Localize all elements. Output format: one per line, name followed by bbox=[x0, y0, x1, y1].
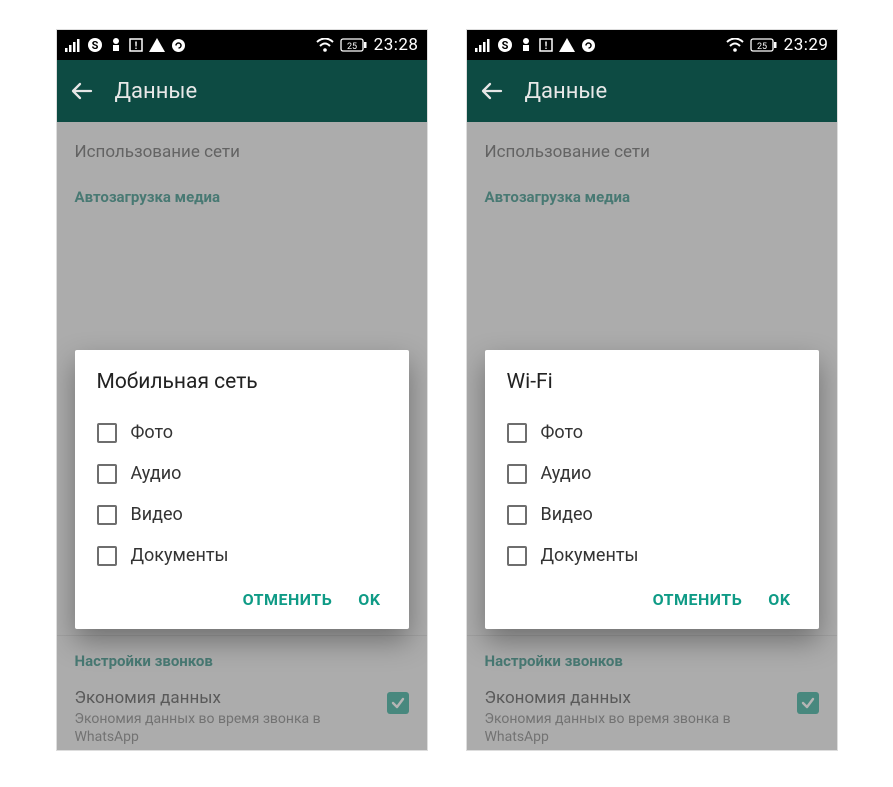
data-saver-checkbox[interactable] bbox=[387, 692, 409, 714]
data-saver-title: Экономия данных bbox=[485, 688, 785, 708]
option-label: Видео bbox=[541, 504, 593, 525]
signal-icon bbox=[65, 38, 81, 52]
checkbox-icon[interactable] bbox=[507, 546, 527, 566]
notif-icon-1 bbox=[519, 37, 533, 53]
cancel-button[interactable]: ОТМЕНИТЬ bbox=[243, 590, 333, 609]
data-saver-checkbox[interactable] bbox=[797, 692, 819, 714]
page-title: Данные bbox=[115, 79, 198, 104]
autodownload-dialog: Wi-Fi Фото Аудио Видео Документы ОТМЕНИТ… bbox=[485, 350, 819, 629]
option-audio[interactable]: Аудио bbox=[97, 453, 387, 494]
warning-icon bbox=[559, 38, 575, 52]
option-label: Аудио bbox=[131, 463, 182, 484]
calls-settings-header: Настройки звонков bbox=[57, 640, 427, 678]
option-photo[interactable]: Фото bbox=[97, 412, 387, 453]
data-saver-row[interactable]: Экономия данных Экономия данных во время… bbox=[57, 678, 427, 750]
svg-text:S: S bbox=[91, 39, 98, 52]
divider bbox=[467, 635, 837, 636]
page-title: Данные bbox=[525, 79, 608, 104]
notif-icon-2: ! bbox=[129, 38, 143, 52]
option-video[interactable]: Видео bbox=[507, 494, 797, 535]
option-documents[interactable]: Документы bbox=[507, 535, 797, 576]
divider bbox=[57, 635, 427, 636]
svg-text:!: ! bbox=[544, 41, 547, 52]
option-label: Фото bbox=[131, 422, 174, 443]
data-saver-title: Экономия данных bbox=[75, 688, 375, 708]
sync-icon bbox=[171, 38, 186, 53]
phone-screen-right: S ! 25 23:29 bbox=[467, 30, 837, 750]
back-icon[interactable] bbox=[71, 80, 93, 102]
status-bar: S ! 25 23:29 bbox=[467, 30, 837, 60]
option-audio[interactable]: Аудио bbox=[507, 453, 797, 494]
clock: 23:28 bbox=[374, 35, 419, 55]
app-bar: Данные bbox=[57, 60, 427, 122]
sync-icon bbox=[581, 38, 596, 53]
battery-icon: 25 bbox=[750, 38, 778, 52]
clock: 23:29 bbox=[784, 35, 829, 55]
option-label: Аудио bbox=[541, 463, 592, 484]
svg-text:25: 25 bbox=[347, 42, 357, 52]
skype-icon: S bbox=[497, 37, 513, 53]
checkbox-icon[interactable] bbox=[97, 505, 117, 525]
battery-icon: 25 bbox=[340, 38, 368, 52]
warning-icon bbox=[149, 38, 165, 52]
option-label: Документы bbox=[541, 545, 639, 566]
back-icon[interactable] bbox=[481, 80, 503, 102]
option-video[interactable]: Видео bbox=[97, 494, 387, 535]
svg-text:S: S bbox=[501, 39, 508, 52]
checkbox-icon[interactable] bbox=[97, 546, 117, 566]
data-saver-sub: Экономия данных во время звонка в WhatsA… bbox=[75, 710, 375, 746]
app-bar: Данные bbox=[467, 60, 837, 122]
phone-screen-left: S ! 25 23:28 bbox=[57, 30, 427, 750]
ok-button[interactable]: OK bbox=[358, 590, 380, 609]
wifi-icon bbox=[316, 38, 334, 52]
option-photo[interactable]: Фото bbox=[507, 412, 797, 453]
content-area: Использование сети Автозагрузка медиа за… bbox=[57, 122, 427, 750]
checkbox-icon[interactable] bbox=[507, 464, 527, 484]
calls-settings-header: Настройки звонков bbox=[467, 640, 837, 678]
skype-icon: S bbox=[87, 37, 103, 53]
notif-icon-1 bbox=[109, 37, 123, 53]
option-label: Фото bbox=[541, 422, 584, 443]
option-label: Видео bbox=[131, 504, 183, 525]
option-label: Документы bbox=[131, 545, 229, 566]
svg-text:25: 25 bbox=[757, 42, 767, 52]
dialog-title: Wi-Fi bbox=[507, 370, 797, 394]
autodownload-dialog: Мобильная сеть Фото Аудио Видео Документ… bbox=[75, 350, 409, 629]
notif-icon-2: ! bbox=[539, 38, 553, 52]
svg-text:!: ! bbox=[134, 41, 137, 52]
status-bar: S ! 25 23:28 bbox=[57, 30, 427, 60]
dialog-title: Мобильная сеть bbox=[97, 370, 387, 394]
cancel-button[interactable]: ОТМЕНИТЬ bbox=[653, 590, 743, 609]
option-documents[interactable]: Документы bbox=[97, 535, 387, 576]
media-autodownload-header: Автозагрузка медиа bbox=[467, 176, 837, 214]
data-saver-sub: Экономия данных во время звонка в WhatsA… bbox=[485, 710, 785, 746]
checkbox-icon[interactable] bbox=[97, 464, 117, 484]
signal-icon bbox=[475, 38, 491, 52]
ok-button[interactable]: OK bbox=[768, 590, 790, 609]
wifi-icon bbox=[726, 38, 744, 52]
checkbox-icon[interactable] bbox=[507, 423, 527, 443]
network-usage-item[interactable]: Использование сети bbox=[467, 122, 837, 176]
media-autodownload-header: Автозагрузка медиа bbox=[57, 176, 427, 214]
checkbox-icon[interactable] bbox=[507, 505, 527, 525]
checkbox-icon[interactable] bbox=[97, 423, 117, 443]
data-saver-row[interactable]: Экономия данных Экономия данных во время… bbox=[467, 678, 837, 750]
content-area: Использование сети Автозагрузка медиа за… bbox=[467, 122, 837, 750]
network-usage-item[interactable]: Использование сети bbox=[57, 122, 427, 176]
